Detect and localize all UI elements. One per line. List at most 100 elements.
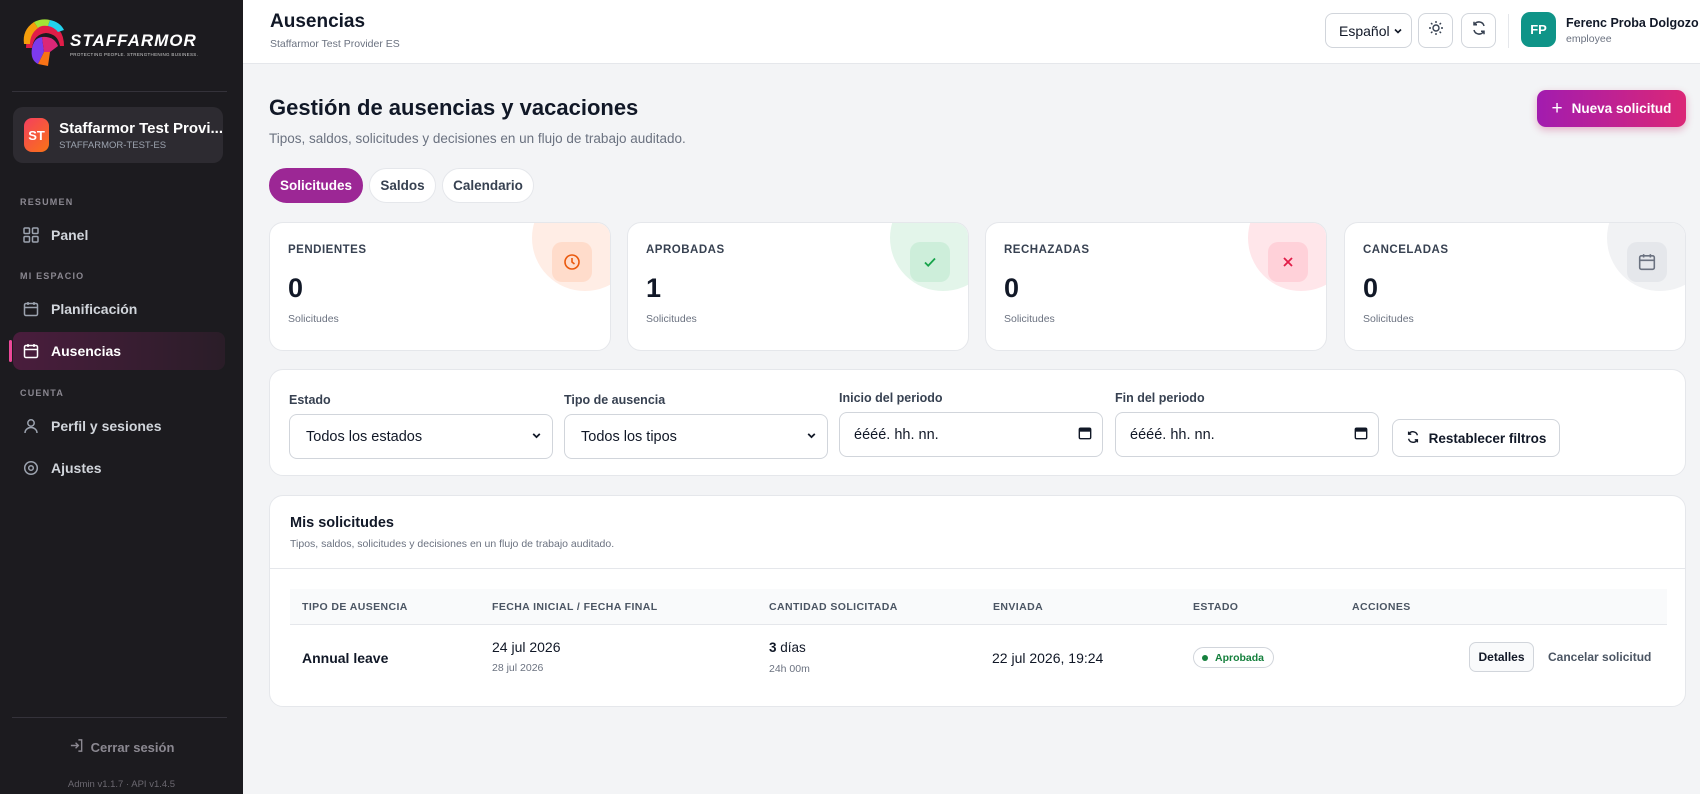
fin-date-input[interactable]: éééé. hh. nn.: [1115, 412, 1379, 457]
page-title: Gestión de ausencias y vacaciones: [269, 95, 639, 120]
spartan-helmet-icon: [20, 18, 68, 70]
calendar-icon[interactable]: [1078, 426, 1092, 444]
header-title: Ausencias: [270, 11, 366, 32]
sidebar-item-label: Panel: [51, 227, 89, 243]
stat-unit: Solicitudes: [288, 313, 339, 325]
tab-solicitudes[interactable]: Solicitudes: [269, 168, 363, 203]
sidebar-item-label: Planificación: [51, 301, 138, 317]
reset-filters-label: Restablecer filtros: [1428, 430, 1547, 446]
sidebar-item-perfil[interactable]: Perfil y sesiones: [13, 407, 225, 445]
tenant-switcher[interactable]: ST Staffarmor Test Provi... STAFFARMOR-T…: [13, 107, 223, 163]
section-mi-espacio: MI ESPACIO: [20, 271, 85, 281]
logout-button[interactable]: Cerrar sesión: [0, 738, 243, 756]
requests-title: Mis solicitudes: [290, 515, 394, 531]
sidebar-item-ajustes[interactable]: Ajustes: [13, 449, 225, 487]
sidebar-item-planificacion[interactable]: Planificación: [13, 290, 225, 328]
sidebar-divider: [12, 717, 227, 718]
language-value: Español: [1339, 22, 1390, 39]
stat-card-pendientes: PENDIENTES 0 Solicitudes: [269, 222, 611, 351]
amount-value: 3: [769, 640, 777, 655]
amount-unit: días: [780, 640, 806, 655]
status-label: Aprobada: [1215, 651, 1265, 664]
stat-unit: Solicitudes: [646, 313, 697, 325]
stat-label: APROBADAS: [646, 244, 725, 256]
sidebar-item-label: Ausencias: [51, 343, 122, 359]
header-subtitle: Staffarmor Test Provider ES: [270, 38, 400, 50]
sun-icon: [1428, 20, 1444, 41]
logout-label: Cerrar sesión: [90, 739, 175, 755]
inicio-placeholder: éééé. hh. nn.: [854, 426, 939, 443]
sidebar-item-label: Perfil y sesiones: [51, 418, 162, 434]
tipo-select[interactable]: Todos los tipos: [564, 414, 828, 459]
inicio-label: Inicio del periodo: [839, 391, 943, 405]
user-icon: [22, 417, 40, 435]
requested-amount: 3 días: [769, 640, 806, 655]
tipo-value: Todos los tipos: [581, 428, 677, 445]
details-button[interactable]: Detalles: [1469, 642, 1534, 672]
status-dot: [1202, 654, 1208, 661]
user-name[interactable]: Ferenc Proba Dolgozo: [1566, 16, 1699, 30]
estado-label: Estado: [289, 393, 331, 407]
sent-date: 22 jul 2026, 19:24: [992, 650, 1104, 666]
brand-tagline: PROTECTING PEOPLE. STRENGTHENING BUSINES…: [70, 52, 199, 57]
language-select[interactable]: Español: [1325, 13, 1412, 48]
version-info: Admin v1.1.7 · API v1.4.5: [67, 779, 176, 790]
refresh-button[interactable]: [1461, 13, 1496, 48]
x-icon: [1268, 242, 1308, 282]
user-avatar[interactable]: FP: [1521, 12, 1556, 47]
clock-icon: [552, 242, 592, 282]
fin-placeholder: éééé. hh. nn.: [1130, 426, 1215, 443]
calendar-icon[interactable]: [1354, 426, 1368, 444]
user-role: employee: [1566, 33, 1612, 45]
inicio-date-input[interactable]: éééé. hh. nn.: [839, 412, 1103, 457]
theme-toggle-button[interactable]: [1418, 13, 1453, 48]
filters-panel: Estado Todos los estados Tipo de ausenci…: [269, 369, 1686, 476]
chevron-down-icon: [1393, 23, 1403, 39]
sidebar-item-label: Ajustes: [51, 460, 102, 476]
stat-label: CANCELADAS: [1363, 244, 1449, 256]
tenant-name: Staffarmor Test Provi...: [59, 119, 223, 137]
column-header: ESTADO: [1193, 601, 1239, 613]
stat-label: RECHAZADAS: [1004, 244, 1090, 256]
stat-card-rechazadas: RECHAZADAS 0 Solicitudes: [985, 222, 1327, 351]
requested-hours: 24h 00m: [769, 663, 810, 675]
top-header: Ausencias Staffarmor Test Provider ES Es…: [243, 0, 1700, 64]
brand-name: STAFFARMOR: [70, 31, 197, 50]
sidebar-item-ausencias[interactable]: Ausencias: [9, 332, 225, 370]
grid-icon: [22, 226, 40, 244]
status-badge: Aprobada: [1193, 647, 1275, 668]
stat-card-canceladas: CANCELADAS 0 Solicitudes: [1344, 222, 1686, 351]
brand-logo[interactable]: STAFFARMOR PROTECTING PEOPLE. STRENGTHEN…: [20, 18, 198, 70]
stat-value: 0: [1004, 273, 1020, 303]
tenant-code: STAFFARMOR-TEST-ES: [59, 139, 167, 151]
tab-saldos[interactable]: Saldos: [369, 168, 436, 203]
reset-filters-button[interactable]: Restablecer filtros: [1392, 419, 1560, 457]
estado-value: Todos los estados: [306, 428, 423, 445]
requests-subtitle: Tipos, saldos, solicitudes y decisiones …: [290, 538, 615, 550]
calendar-icon: [1627, 242, 1667, 282]
tab-calendario[interactable]: Calendario: [442, 168, 534, 203]
estado-select[interactable]: Todos los estados: [289, 414, 553, 459]
refresh-icon: [1406, 430, 1420, 447]
logout-icon: [69, 738, 84, 756]
tipo-label: Tipo de ausencia: [564, 393, 666, 407]
column-header: ACCIONES: [1352, 601, 1411, 613]
sidebar-divider: [12, 91, 227, 92]
cancel-request-button[interactable]: Cancelar solicitud: [1548, 650, 1651, 664]
stat-value: 0: [1363, 273, 1379, 303]
column-header: ENVIADA: [993, 601, 1044, 613]
stat-unit: Solicitudes: [1004, 313, 1055, 325]
header-separator: [1508, 14, 1509, 48]
stat-card-aprobadas: APROBADAS 1 Solicitudes: [627, 222, 969, 351]
stat-unit: Solicitudes: [1363, 313, 1414, 325]
card-divider: [270, 568, 1685, 569]
new-request-label: Nueva solicitud: [1571, 101, 1672, 116]
column-header: FECHA INICIAL / FECHA FINAL: [492, 601, 658, 613]
plus-icon: +: [1551, 98, 1563, 119]
column-header: TIPO DE AUSENCIA: [302, 601, 408, 613]
sidebar-item-panel[interactable]: Panel: [13, 216, 225, 254]
new-request-button[interactable]: + Nueva solicitud: [1537, 90, 1686, 127]
section-resumen: RESUMEN: [20, 197, 74, 207]
requests-card: Mis solicitudes Tipos, saldos, solicitud…: [269, 495, 1686, 707]
absence-type: Annual leave: [302, 650, 389, 666]
